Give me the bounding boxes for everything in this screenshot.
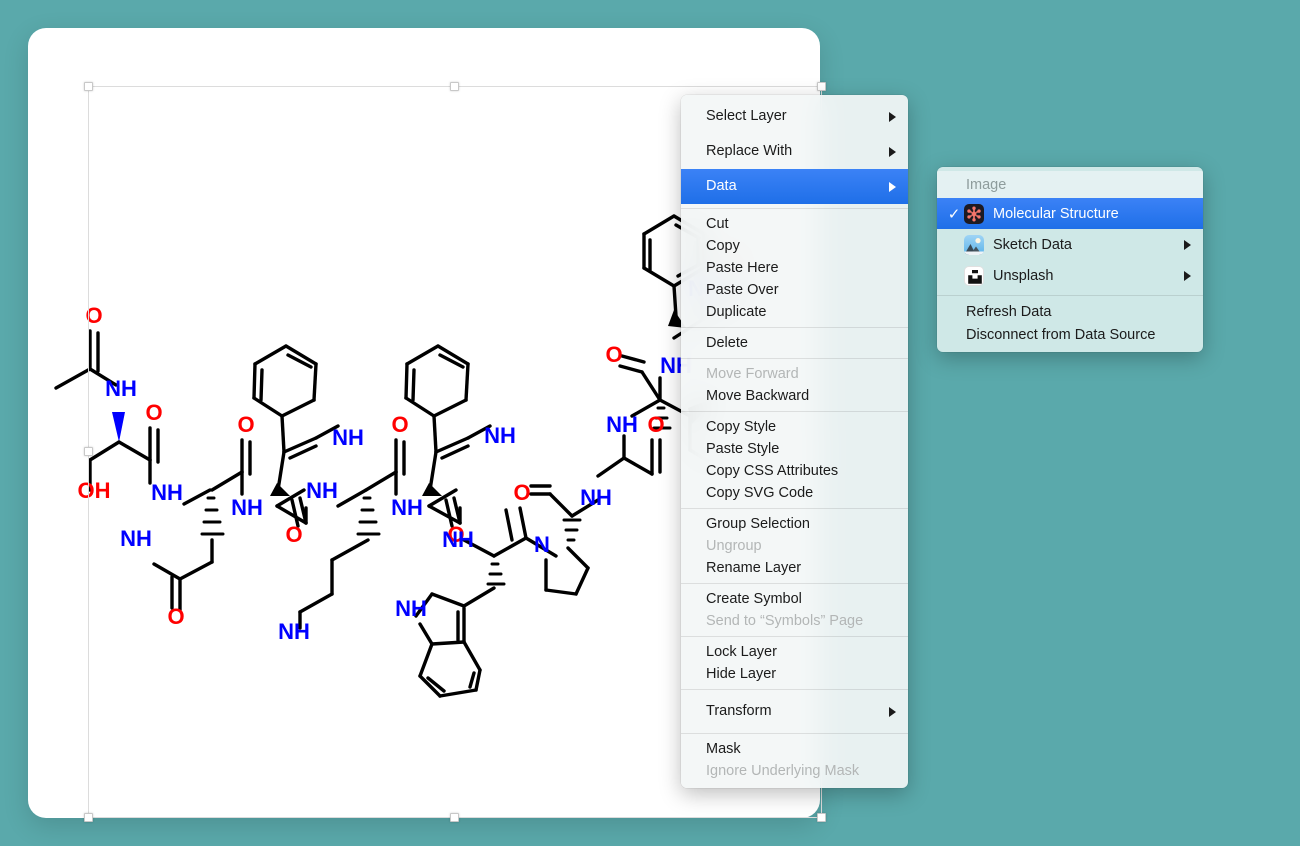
menu-item-label: Hide Layer xyxy=(706,663,896,685)
menu-item-lock-layer[interactable]: Lock Layer xyxy=(681,641,908,663)
submenu-item-sketch-data[interactable]: Sketch Data xyxy=(937,229,1203,260)
menu-item-select-layer[interactable]: Select Layer xyxy=(681,99,908,134)
submenu-section-header: Image xyxy=(937,171,1203,198)
menu-item-paste-here[interactable]: Paste Here xyxy=(681,257,908,279)
submenu-action-refresh-data[interactable]: Refresh Data xyxy=(937,300,1203,323)
resize-handle-bottom-right[interactable] xyxy=(817,813,826,822)
menu-separator xyxy=(681,411,908,412)
resize-handle-top-left[interactable] xyxy=(84,82,93,91)
menu-item-label: Rename Layer xyxy=(706,557,896,579)
submenu-item-label: Unsplash xyxy=(993,268,1176,284)
menu-item-label: Copy CSS Attributes xyxy=(706,460,896,482)
menu-separator xyxy=(681,689,908,690)
menu-separator xyxy=(681,583,908,584)
menu-item-label: Data xyxy=(706,169,881,204)
menu-item-hide-layer[interactable]: Hide Layer xyxy=(681,663,908,685)
menu-item-label: Group Selection xyxy=(706,513,896,535)
submenu-arrow-icon xyxy=(889,182,896,192)
resize-handle-bottom-left[interactable] xyxy=(84,813,93,822)
menu-item-label: Create Symbol xyxy=(706,588,896,610)
submenu-action-label: Refresh Data xyxy=(966,304,1191,320)
submenu-action-disconnect-from-data-source[interactable]: Disconnect from Data Source xyxy=(937,323,1203,346)
menu-item-label: Delete xyxy=(706,332,896,354)
menu-item-move-backward[interactable]: Move Backward xyxy=(681,385,908,407)
menu-item-copy[interactable]: Copy xyxy=(681,235,908,257)
menu-item-label: Lock Layer xyxy=(706,641,896,663)
menu-item-label: Move Forward xyxy=(706,363,896,385)
menu-separator xyxy=(681,358,908,359)
submenu-arrow-icon xyxy=(889,112,896,122)
menu-item-data[interactable]: Data xyxy=(681,169,908,204)
menu-item-copy-svg-code[interactable]: Copy SVG Code xyxy=(681,482,908,504)
submenu-item-unsplash[interactable]: Unsplash xyxy=(937,260,1203,291)
menu-item-label: Paste Style xyxy=(706,438,896,460)
submenu-arrow-icon xyxy=(1184,271,1191,281)
menu-separator xyxy=(681,636,908,637)
resize-handle-top-right[interactable] xyxy=(817,82,826,91)
menu-item-label: Send to “Symbols” Page xyxy=(706,610,896,632)
resize-handle-middle-left[interactable] xyxy=(84,447,93,456)
menu-item-send-to-symbols-page: Send to “Symbols” Page xyxy=(681,610,908,632)
menu-item-ignore-underlying-mask: Ignore Underlying Mask xyxy=(681,760,908,782)
submenu-item-molecular-structure[interactable]: ✓ Molecular Structure xyxy=(937,198,1203,229)
menu-item-label: Paste Over xyxy=(706,279,896,301)
resize-handle-bottom-center[interactable] xyxy=(450,813,459,822)
menu-item-create-symbol[interactable]: Create Symbol xyxy=(681,588,908,610)
menu-item-label: Ignore Underlying Mask xyxy=(706,760,896,782)
submenu-action-label: Disconnect from Data Source xyxy=(966,327,1191,343)
menu-item-label: Ungroup xyxy=(706,535,896,557)
unsplash-icon xyxy=(964,266,984,286)
menu-separator xyxy=(681,508,908,509)
submenu-section-header-label: Image xyxy=(966,177,1191,193)
menu-item-replace-with[interactable]: Replace With xyxy=(681,134,908,169)
menu-item-label: Move Backward xyxy=(706,385,896,407)
resize-handle-top-center[interactable] xyxy=(450,82,459,91)
menu-item-copy-style[interactable]: Copy Style xyxy=(681,416,908,438)
submenu-arrow-icon xyxy=(889,147,896,157)
menu-item-paste-over[interactable]: Paste Over xyxy=(681,279,908,301)
submenu-item-label: Sketch Data xyxy=(993,237,1176,253)
menu-item-move-forward: Move Forward xyxy=(681,363,908,385)
menu-item-label: Paste Here xyxy=(706,257,896,279)
menu-item-rename-layer[interactable]: Rename Layer xyxy=(681,557,908,579)
menu-item-label: Cut xyxy=(706,213,896,235)
checkmark-icon: ✓ xyxy=(944,205,964,223)
submenu-arrow-icon xyxy=(889,707,896,717)
submenu-arrow-icon xyxy=(1184,240,1191,250)
menu-item-copy-css-attributes[interactable]: Copy CSS Attributes xyxy=(681,460,908,482)
menu-separator xyxy=(937,295,1203,296)
menu-item-cut[interactable]: Cut xyxy=(681,213,908,235)
menu-item-label: Copy SVG Code xyxy=(706,482,896,504)
menu-item-label: Transform xyxy=(706,694,881,729)
menu-item-label: Replace With xyxy=(706,134,881,169)
menu-item-duplicate[interactable]: Duplicate xyxy=(681,301,908,323)
menu-item-paste-style[interactable]: Paste Style xyxy=(681,438,908,460)
molecular-structure-icon xyxy=(964,204,984,224)
menu-item-delete[interactable]: Delete xyxy=(681,332,908,354)
menu-item-transform[interactable]: Transform xyxy=(681,694,908,729)
layer-context-menu[interactable]: Select LayerReplace WithDataCutCopyPaste… xyxy=(681,95,908,788)
submenu-item-label: Molecular Structure xyxy=(993,206,1191,222)
data-submenu[interactable]: Image✓ Molecular Structure Sketch Data Unsp… xyxy=(937,167,1203,352)
menu-item-ungroup: Ungroup xyxy=(681,535,908,557)
menu-item-label: Copy Style xyxy=(706,416,896,438)
menu-item-label: Duplicate xyxy=(706,301,896,323)
menu-item-label: Select Layer xyxy=(706,99,881,134)
menu-separator xyxy=(681,208,908,209)
menu-separator xyxy=(681,327,908,328)
menu-item-mask[interactable]: Mask xyxy=(681,738,908,760)
menu-separator xyxy=(681,733,908,734)
sketch-data-icon xyxy=(964,235,984,255)
menu-item-label: Mask xyxy=(706,738,896,760)
menu-item-group-selection[interactable]: Group Selection xyxy=(681,513,908,535)
menu-item-label: Copy xyxy=(706,235,896,257)
